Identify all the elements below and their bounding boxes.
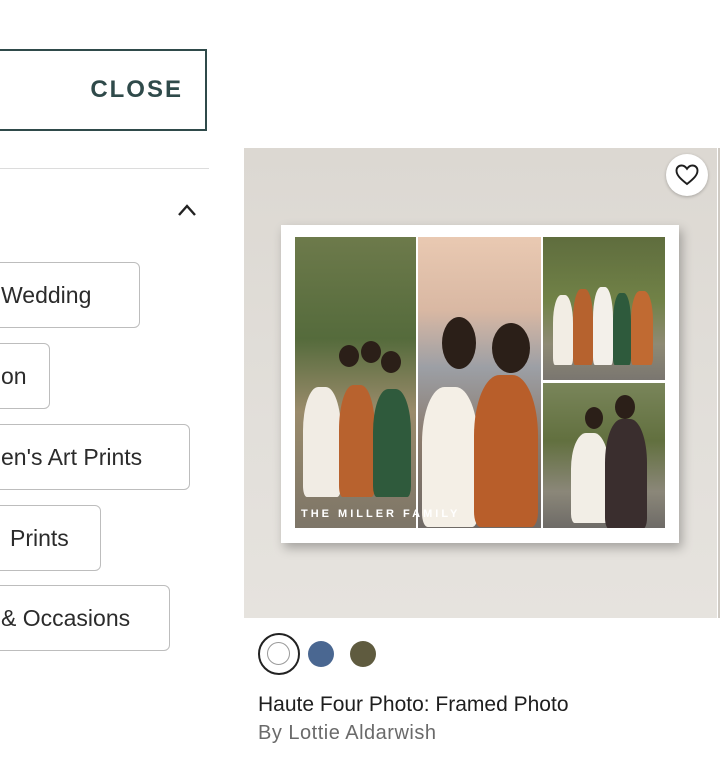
color-swatch-white[interactable] <box>258 633 300 675</box>
close-button[interactable]: CLOSE <box>0 49 207 131</box>
filter-chip-label: & Occasions <box>1 604 131 631</box>
collage-photo <box>418 237 541 528</box>
close-button-label: CLOSE <box>90 76 183 103</box>
filter-chip-occasions[interactable]: & Occasions <box>0 585 170 651</box>
framed-photo: THE MILLER FAMILY <box>281 225 679 543</box>
filter-chip-label: en's Art Prints <box>1 443 143 470</box>
filter-chip-wedding[interactable]: Wedding <box>0 262 140 328</box>
photo-overlay-text: THE MILLER FAMILY <box>301 508 461 520</box>
collage-photo <box>543 237 665 380</box>
filter-chip-label: Prints <box>10 524 69 551</box>
filter-chip-label: on <box>1 362 27 389</box>
filter-chip-label: Wedding <box>1 281 92 308</box>
heart-icon <box>675 164 699 186</box>
product-byline[interactable]: By Lottie Aldarwish <box>258 722 436 745</box>
filter-chip-on[interactable]: on <box>0 343 50 409</box>
color-swatch-blue[interactable] <box>308 641 334 667</box>
color-swatch-inner <box>267 642 290 665</box>
divider <box>0 168 209 169</box>
chevron-up-icon[interactable] <box>176 202 198 218</box>
collage-photo <box>543 383 665 528</box>
product-title[interactable]: Haute Four Photo: Framed Photo <box>258 693 569 717</box>
color-swatch-olive[interactable] <box>350 641 376 667</box>
filter-chip-art-prints[interactable]: en's Art Prints <box>0 424 190 490</box>
filter-chip-prints[interactable]: Prints <box>0 505 101 571</box>
product-image[interactable]: THE MILLER FAMILY <box>244 148 717 618</box>
favorite-button[interactable] <box>666 154 708 196</box>
collage-photo <box>295 237 416 528</box>
